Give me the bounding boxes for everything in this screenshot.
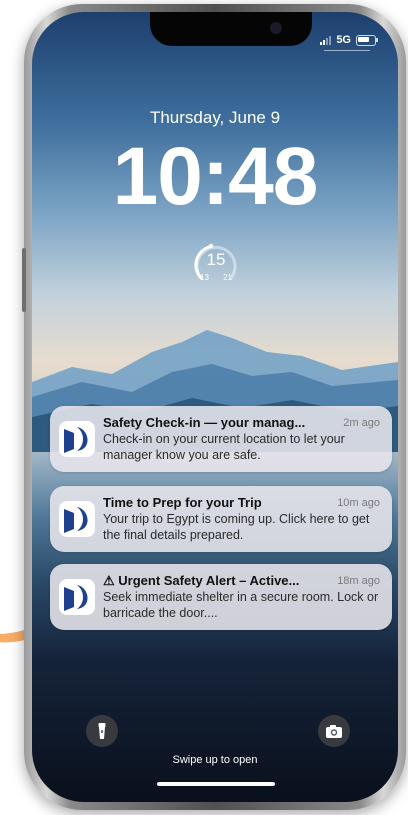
notification-title: Time to Prep for your Trip <box>103 495 262 510</box>
notification-body: Seek immediate shelter in a secure room.… <box>103 590 379 620</box>
weather-widget[interactable]: 15 13 21 <box>189 236 243 290</box>
volume-button <box>22 248 26 312</box>
notification-body: Your trip to Egypt is coming up. Click h… <box>103 512 370 542</box>
camera-icon <box>326 725 342 738</box>
notification-body: Check-in on your current location to let… <box>103 432 345 462</box>
status-underline <box>324 50 370 51</box>
battery-icon <box>356 34 378 46</box>
high-temperature: 21 <box>223 273 232 282</box>
notification-time: 10m ago <box>337 497 380 509</box>
notification-card[interactable]: Time to Prep for your Trip 10m ago Your … <box>50 486 392 552</box>
lock-time: 10:48 <box>112 131 319 222</box>
flashlight-button[interactable] <box>86 715 118 747</box>
notification-time: 18m ago <box>337 575 380 587</box>
notification-card[interactable]: ⚠ Urgent Safety Alert – Active... 18m ag… <box>50 564 392 630</box>
home-indicator[interactable] <box>157 782 275 786</box>
notification-title: ⚠ Urgent Safety Alert – Active... <box>103 573 300 588</box>
app-logo-icon <box>59 421 95 457</box>
current-temperature: 15 <box>206 250 226 269</box>
front-camera <box>270 22 282 34</box>
swipe-hint: Swipe up to open <box>172 754 258 766</box>
dynamic-notch <box>150 12 312 46</box>
low-temperature: 13 <box>200 273 209 282</box>
app-logo-icon <box>59 501 95 537</box>
notification-time: 2m ago <box>343 417 380 429</box>
notification-card[interactable]: Safety Check-in — your manag... 2m ago C… <box>50 406 392 472</box>
app-logo-icon <box>59 579 95 615</box>
lock-screen[interactable]: 5G Thursday, June 9 10:48 15 13 21 Safet… <box>32 12 398 802</box>
lock-date: Thursday, June 9 <box>149 108 281 127</box>
flashlight-icon <box>98 723 106 739</box>
camera-button[interactable] <box>318 715 350 747</box>
notification-title: Safety Check-in — your manag... <box>103 415 306 430</box>
status-bar: 5G <box>320 34 378 46</box>
signal-bars-icon <box>320 35 332 45</box>
network-label: 5G <box>336 34 351 46</box>
